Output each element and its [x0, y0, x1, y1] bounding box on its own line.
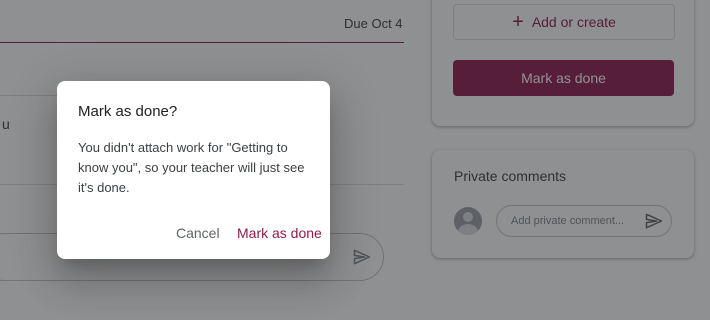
classroom-assignment-page: Due Oct 4 u + Add or create Mark as done…	[0, 0, 710, 320]
mark-as-done-dialog: Mark as done? You didn't attach work for…	[57, 81, 330, 259]
confirm-mark-as-done-button[interactable]: Mark as done	[237, 225, 322, 241]
cancel-button[interactable]: Cancel	[176, 225, 220, 241]
dialog-message: You didn't attach work for "Getting to k…	[78, 140, 305, 195]
dialog-title: Mark as done?	[78, 103, 178, 120]
